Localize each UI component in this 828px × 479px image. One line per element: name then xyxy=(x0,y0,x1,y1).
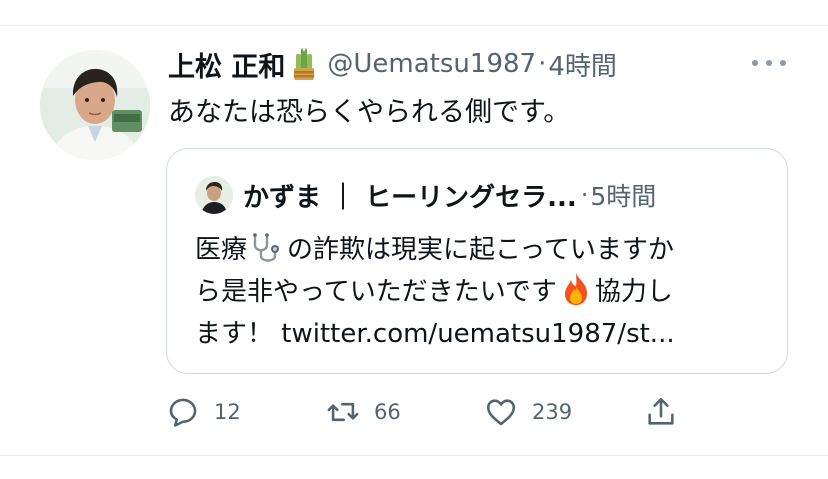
tweet-text: あなたは恐らくやられる側です。 xyxy=(168,97,571,128)
quoted-header-separator: · xyxy=(580,181,589,209)
bottom-divider xyxy=(0,455,828,456)
quoted-timestamp[interactable]: 5時間 xyxy=(590,177,656,213)
quoted-text-segment: ら是非やっていただきたいです xyxy=(195,277,557,307)
like-count: 239 xyxy=(532,400,573,424)
quoted-tweet-header: かずま ｜ ヒーリングセラ... · 5時間 xyxy=(195,175,656,215)
stethoscope-emoji-icon xyxy=(247,232,287,264)
quoted-author-name[interactable]: かずま ｜ ヒーリングセラ... xyxy=(243,177,577,214)
author-name[interactable]: 上松 正和 xyxy=(168,45,285,84)
quoted-text-line[interactable]: ます！ twitter.com/uematsu1987/st... xyxy=(195,313,775,355)
retweet-count: 66 xyxy=(374,400,401,424)
header-separator: · xyxy=(538,49,547,79)
quoted-text-segment: 協力し xyxy=(594,277,673,307)
tweet-header: 上松 正和 @Uematsu1987 · 4時間 xyxy=(168,44,617,84)
kadomatsu-emoji-icon xyxy=(291,46,317,82)
share-icon xyxy=(648,397,674,425)
more-dots-icon[interactable] xyxy=(752,53,786,73)
author-avatar[interactable] xyxy=(40,50,150,160)
author-handle[interactable]: @Uematsu1987 xyxy=(327,49,536,79)
quoted-tweet-card[interactable]: かずま ｜ ヒーリングセラ... · 5時間 医療 の詐欺は現実に起こっていますか… xyxy=(166,148,788,374)
top-divider xyxy=(0,25,828,26)
share-button[interactable] xyxy=(644,392,678,432)
quoted-text-segment: 医療 xyxy=(195,235,248,265)
like-button[interactable]: 239 xyxy=(484,392,572,432)
quoted-text-line: ら是非やっていただきたいです 協力し xyxy=(195,271,775,313)
quoted-author-avatar[interactable] xyxy=(195,176,233,214)
tweet-actions: 12 66 239 xyxy=(166,392,726,432)
quoted-tweet-text: 医療 の詐欺は現実に起こっていますか ら是非やっていただきたいです 協力し ます！ … xyxy=(195,229,775,355)
reply-icon xyxy=(169,398,197,427)
quoted-text-segment: の詐欺は現実に起こっていますか xyxy=(287,235,674,265)
author-avatar-image xyxy=(40,50,150,160)
quoted-text-line: 医療 の詐欺は現実に起こっていますか xyxy=(195,229,775,271)
heart-icon xyxy=(486,399,516,426)
fire-emoji-icon xyxy=(559,271,593,307)
reply-count: 12 xyxy=(214,400,241,424)
retweet-button[interactable]: 66 xyxy=(326,392,401,432)
reply-button[interactable]: 12 xyxy=(166,392,241,432)
tweet-timestamp[interactable]: 4時間 xyxy=(548,46,617,83)
retweet-icon xyxy=(327,402,359,422)
